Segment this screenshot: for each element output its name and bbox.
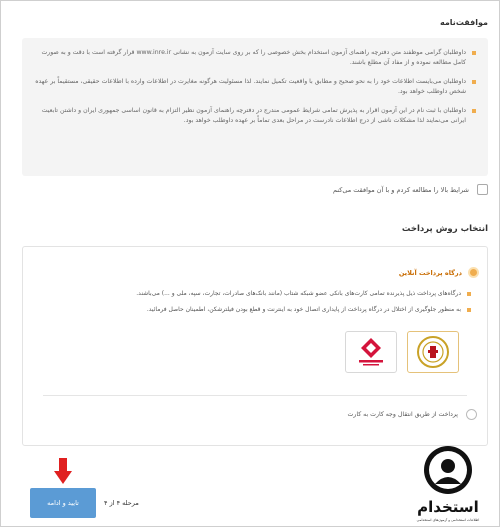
bullet-icon (467, 292, 471, 296)
gateway-note: درگاه‌های پرداخت ذیل پذیرنده تمامی کارت‌… (136, 289, 471, 299)
terms-item-text: داوطلبان می‌بایست اطلاعات خود را به نحو … (35, 78, 466, 95)
bank-melli-card[interactable] (407, 331, 459, 373)
terms-item-text: داوطلبان گرامی موظفند متن دفترچه راهنمای… (41, 49, 466, 66)
card-transfer-label: پرداخت از طریق انتقال وجه کارت به کارت (347, 411, 458, 418)
agree-checkbox[interactable] (477, 184, 488, 195)
bank-list (335, 331, 459, 373)
agree-label: شرایط بالا را مطالعه کردم و با آن موافقت… (332, 185, 469, 194)
confirm-continue-button[interactable]: تایید و ادامه (30, 488, 96, 518)
step-indicator: مرحله ۴ از ۴ (104, 499, 139, 507)
terms-item: داوطلبان گرامی موظفند متن دفترچه راهنمای… (34, 48, 476, 68)
terms-title: موافقت‌نامه (440, 18, 488, 27)
logo-subtitle: اطلاعات استخدامی و آزمون‌های استخدامی (416, 518, 480, 522)
arrow-down-icon (54, 458, 72, 484)
terms-box: داوطلبان گرامی موظفند متن دفترچه راهنمای… (22, 38, 488, 176)
payment-method-title: انتخاب روش پرداخت (401, 224, 488, 234)
bank-mellat-card[interactable] (345, 331, 397, 373)
bullet-icon (472, 80, 476, 84)
online-gateway-option[interactable]: درگاه پرداخت آنلاین (399, 267, 479, 278)
gateway-note-text: درگاه‌های پرداخت ذیل پذیرنده تمامی کارت‌… (136, 290, 461, 297)
bullet-icon (472, 109, 476, 113)
card-transfer-radio[interactable] (466, 409, 477, 420)
terms-item: داوطلبان می‌بایست اطلاعات خود را به نحو … (34, 77, 476, 97)
separator (43, 395, 467, 396)
payment-method-box: درگاه پرداخت آنلاین درگاه‌های پرداخت ذیل… (22, 246, 488, 446)
terms-item-text: داوطلبان با ثبت نام در این آزمون اقرار ب… (41, 107, 466, 124)
gateway-note: به منظور جلوگیری از اختلال در درگاه پردا… (147, 305, 471, 315)
gateway-radio[interactable] (468, 267, 479, 278)
agree-row[interactable]: شرایط بالا را مطالعه کردم و با آن موافقت… (333, 184, 488, 195)
logo-text: استخدام (417, 498, 479, 516)
bullet-icon (472, 51, 476, 55)
bullet-icon (467, 308, 471, 312)
gateway-label: درگاه پرداخت آنلاین (398, 268, 462, 277)
bank-mellat-logo-icon (359, 338, 383, 366)
card-transfer-option[interactable]: پرداخت از طریق انتقال وجه کارت به کارت (348, 409, 477, 420)
terms-item: داوطلبان با ثبت نام در این آزمون اقرار ب… (34, 106, 476, 126)
bank-melli-logo-icon (417, 336, 449, 368)
gateway-note-text: به منظور جلوگیری از اختلال در درگاه پردا… (146, 306, 461, 313)
